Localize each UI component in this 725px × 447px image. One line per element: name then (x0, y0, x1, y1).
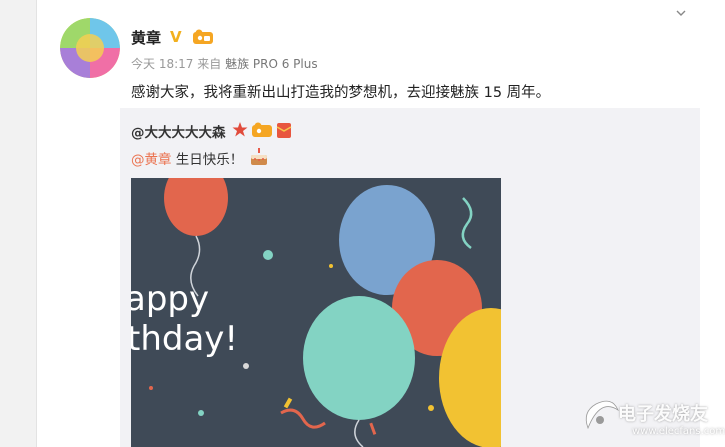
post-time[interactable]: 今天 18:17 (131, 57, 193, 71)
user-badges (232, 122, 292, 138)
image-text-line2: thday! (131, 319, 238, 359)
image-text-line1: appy (131, 279, 209, 319)
level-badge-icon (252, 122, 272, 137)
repost-message-text: 生日快乐！ (171, 152, 244, 168)
level-badge-icon (193, 29, 213, 44)
star-icon (232, 122, 248, 137)
post-text: 感谢大家，我将重新出山打造我的梦想机，去迎接魅族 15 周年。 (131, 85, 551, 101)
watermark-url: www.elecfans.com (632, 426, 725, 437)
watermark-text: 电子发烧友 (618, 404, 708, 425)
original-author[interactable]: @大大大大大森 (131, 121, 226, 141)
mention-link[interactable]: @黄章 (131, 152, 172, 168)
repost-message: @黄章 生日快乐！ (131, 148, 243, 168)
avatar[interactable] (60, 18, 120, 78)
post-source[interactable]: 魅族 PRO 6 Plus (225, 57, 318, 71)
birthday-cake-icon (251, 148, 267, 165)
post-meta: 今天 18:17 来自 魅族 PRO 6 Plus (131, 55, 318, 72)
birthday-image[interactable]: appy thday! (131, 178, 501, 447)
source-prefix: 来自 (197, 57, 222, 71)
chevron-down-icon[interactable] (676, 8, 686, 18)
red-envelope-icon (276, 123, 292, 138)
author-name[interactable]: 黄章 (131, 27, 161, 48)
verified-icon: V (170, 28, 182, 46)
